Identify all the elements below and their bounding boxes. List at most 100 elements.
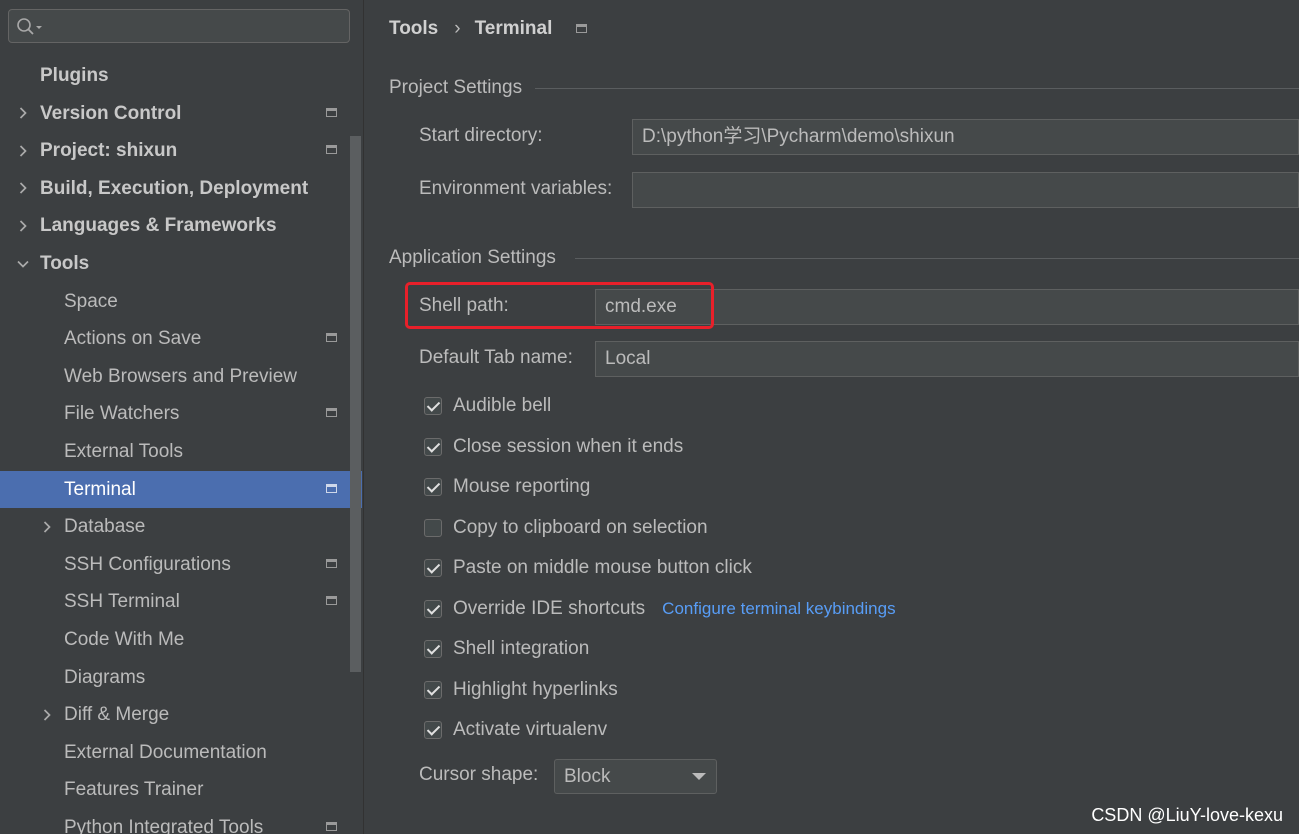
sidebar-item-label: Code With Me <box>64 629 185 650</box>
sidebar-item-label: Web Browsers and Preview <box>64 365 298 387</box>
checkbox-label[interactable]: Activate virtualenv <box>453 719 607 741</box>
chevron-right-icon[interactable] <box>40 508 54 545</box>
sidebar-item-diff-merge[interactable]: Diff & Merge <box>0 696 363 733</box>
close-session-when-it-ends-checkbox[interactable] <box>424 437 442 456</box>
project-scope-icon <box>326 107 337 117</box>
cursor-shape-label: Cursor shape: <box>419 764 539 785</box>
sidebar-item-external-tools[interactable]: External Tools <box>0 433 363 470</box>
chevron-down-icon[interactable] <box>16 245 30 282</box>
cursor-shape-value: Block <box>564 766 611 787</box>
project-scope-icon <box>576 24 587 33</box>
start-directory-label: Start directory: <box>419 125 543 146</box>
project-scope-icon <box>326 483 337 493</box>
sidebar-item-web-browsers-and-preview[interactable]: Web Browsers and Preview <box>0 358 363 395</box>
default-tab-name-field[interactable]: Local <box>595 341 1299 377</box>
sidebar-item-features-trainer[interactable]: Features Trainer <box>0 771 363 808</box>
sidebar-item-build-execution-deployment[interactable]: Build, Execution, Deployment <box>0 170 363 207</box>
start-directory-field[interactable]: D:\python学习\Pycharm\demo\shixun <box>632 119 1299 155</box>
checkbox-row-mouse-reporting: Mouse reporting <box>424 473 590 501</box>
checkbox-label[interactable]: Shell integration <box>453 638 589 660</box>
sidebar-item-file-watchers[interactable]: File Watchers <box>0 395 363 432</box>
sidebar-item-label: External Tools <box>64 441 183 462</box>
environment-variables-label: Environment variables: <box>419 178 613 199</box>
checkbox-row-override-ide-shortcuts: Override IDE shortcuts Configure terminal… <box>424 595 896 623</box>
project-scope-icon <box>326 333 337 343</box>
configure-keybindings-link[interactable]: Configure terminal keybindings <box>662 599 895 619</box>
chevron-right-icon[interactable] <box>16 95 30 132</box>
sidebar-item-label: Database <box>64 516 146 538</box>
sidebar-item-label: SSH Configurations <box>64 553 231 575</box>
audible-bell-checkbox[interactable] <box>424 397 442 415</box>
override-ide-shortcuts-checkbox[interactable] <box>424 599 442 618</box>
sidebar-item-version-control[interactable]: Version Control <box>0 95 363 132</box>
sidebar-item-label: Terminal <box>64 478 136 500</box>
activate-virtualenv-checkbox[interactable] <box>424 721 442 739</box>
sidebar-item-tools[interactable]: Tools <box>0 245 363 282</box>
project-scope-icon <box>326 408 337 418</box>
paste-on-middle-mouse-button-click-checkbox[interactable] <box>424 559 442 577</box>
copy-to-clipboard-on-selection-checkbox[interactable] <box>424 518 442 537</box>
checkbox-label[interactable]: Override IDE shortcuts <box>453 598 645 620</box>
sidebar-item-diagrams[interactable]: Diagrams <box>0 659 363 696</box>
sidebar-item-label: SSH Terminal <box>64 591 180 613</box>
sidebar-item-label: Languages & Frameworks <box>40 215 277 237</box>
divider <box>575 258 1299 259</box>
sidebar-item-label: File Watchers <box>64 403 180 425</box>
checkbox-row-audible-bell: Audible bell <box>424 392 551 420</box>
checkbox-label[interactable]: Mouse reporting <box>453 476 590 498</box>
checkbox-label[interactable]: Close session when it ends <box>453 436 683 458</box>
project-settings-title: Project Settings <box>389 75 1299 101</box>
sidebar-item-python-integrated-tools[interactable]: Python Integrated Tools <box>0 809 363 834</box>
chevron-right-icon[interactable] <box>16 132 30 169</box>
sidebar-item-label: Diff & Merge <box>64 704 170 726</box>
chevron-right-icon[interactable] <box>16 170 30 207</box>
sidebar-item-ssh-terminal[interactable]: SSH Terminal <box>0 583 363 620</box>
divider <box>535 88 1299 89</box>
sidebar-item-plugins[interactable]: Plugins <box>0 57 363 94</box>
project-scope-icon <box>326 596 337 606</box>
sidebar-item-code-with-me[interactable]: Code With Me <box>0 621 363 658</box>
chevron-right-icon[interactable] <box>40 696 54 733</box>
checkbox-row-activate-virtualenv: Activate virtualenv <box>424 716 607 744</box>
sidebar-item-label: Space <box>64 290 118 312</box>
highlight-hyperlinks-checkbox[interactable] <box>424 680 442 699</box>
project-scope-icon <box>326 558 337 568</box>
mouse-reporting-checkbox[interactable] <box>424 478 442 496</box>
sidebar-item-label: Version Control <box>40 102 182 124</box>
checkbox-row-copy-to-clipboard-on-selection: Copy to clipboard on selection <box>424 514 708 542</box>
sidebar-item-external-documentation[interactable]: External Documentation <box>0 734 363 771</box>
sidebar-item-label: Diagrams <box>64 666 146 688</box>
settings-search-input[interactable] <box>8 9 350 43</box>
sidebar-item-space[interactable]: Space <box>0 283 363 320</box>
breadcrumb-parent[interactable]: Tools <box>389 18 438 40</box>
settings-sidebar: Plugins Version Control Project: shixun Bui… <box>0 0 364 834</box>
breadcrumb: Tools › Terminal <box>389 16 552 42</box>
checkbox-label[interactable]: Copy to clipboard on selection <box>453 517 708 539</box>
sidebar-item-label: Build, Execution, Deployment <box>40 177 309 199</box>
checkbox-label[interactable]: Highlight hyperlinks <box>453 679 618 701</box>
sidebar-item-label: Project: shixun <box>40 140 178 162</box>
checkbox-label[interactable]: Audible bell <box>453 395 551 417</box>
sidebar-item-label: Python Integrated Tools <box>64 817 264 834</box>
sidebar-item-ssh-configurations[interactable]: SSH Configurations <box>0 546 363 583</box>
sidebar-item-project-shixun[interactable]: Project: shixun <box>0 132 363 169</box>
checkbox-row-shell-integration: Shell integration <box>424 635 589 663</box>
environment-variables-field[interactable] <box>632 172 1299 208</box>
sidebar-item-actions-on-save[interactable]: Actions on Save <box>0 320 363 357</box>
sidebar-item-languages-frameworks[interactable]: Languages & Frameworks <box>0 207 363 244</box>
application-settings-title: Application Settings <box>389 245 1299 271</box>
sidebar-item-database[interactable]: Database <box>0 508 363 545</box>
dropdown-arrow-icon <box>692 773 706 780</box>
checkbox-label[interactable]: Paste on middle mouse button click <box>453 557 752 579</box>
checkbox-row-highlight-hyperlinks: Highlight hyperlinks <box>424 676 618 704</box>
watermark: CSDN @LiuY-love-kexu <box>1091 805 1283 825</box>
project-scope-icon <box>326 822 337 831</box>
sidebar-item-terminal[interactable]: Terminal <box>0 470 362 508</box>
checkbox-row-close-session-when-it-ends: Close session when it ends <box>424 433 683 461</box>
sidebar-item-label: Tools <box>40 253 90 274</box>
shell-integration-checkbox[interactable] <box>424 640 442 658</box>
sidebar-item-label: Plugins <box>40 65 109 86</box>
chevron-right-icon[interactable] <box>16 207 30 244</box>
cursor-shape-dropdown[interactable]: Block <box>554 759 717 794</box>
sidebar-scrollbar[interactable] <box>350 136 361 672</box>
